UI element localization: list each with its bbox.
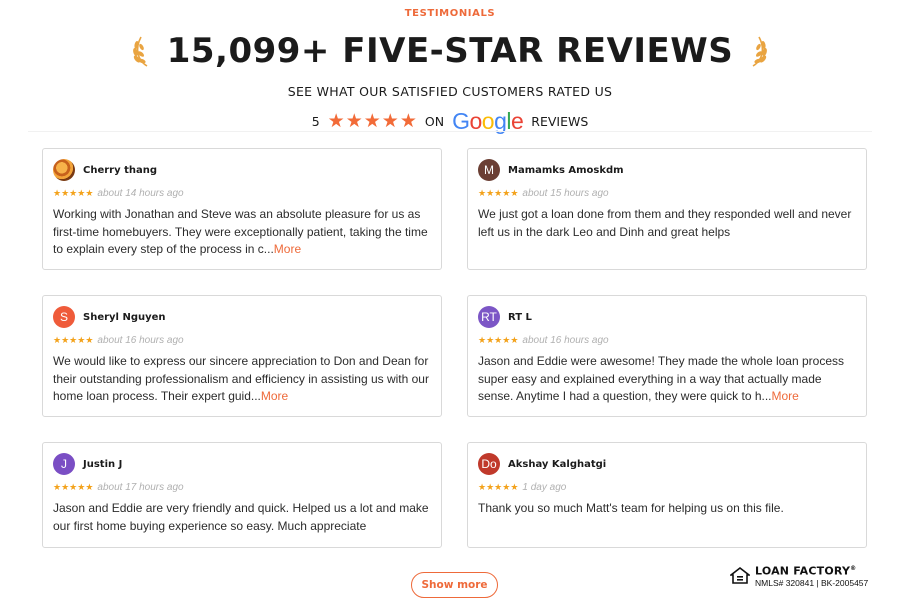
more-link[interactable]: More — [261, 389, 288, 403]
laurel-right-icon — [752, 36, 768, 67]
review-text-body: Thank you so much Matt's team for helpin… — [478, 501, 784, 515]
review-text-body: Working with Jonathan and Steve was an a… — [53, 207, 428, 256]
review-text: Working with Jonathan and Steve was an a… — [53, 206, 431, 259]
review-text: Thank you so much Matt's team for helpin… — [478, 500, 856, 518]
star-icon: ★ — [53, 187, 62, 198]
review-text: Jason and Eddie are very friendly and qu… — [53, 500, 431, 535]
rating-suffix: REVIEWS — [531, 113, 589, 129]
rating-on-label: ON — [424, 113, 445, 129]
more-link[interactable]: More — [274, 242, 301, 256]
star-icon: ★ — [53, 334, 62, 345]
avatar: S — [53, 306, 75, 328]
star-icon: ★ — [345, 109, 363, 132]
star-icon: ★ — [77, 481, 86, 492]
more-link[interactable]: More — [772, 389, 799, 403]
avatar: Do — [478, 453, 500, 475]
reviewer-name: Cherry thang — [83, 164, 158, 176]
star-icon: ★ — [53, 481, 62, 492]
show-more-button[interactable]: Show more — [411, 572, 498, 598]
star-icon: ★ — [502, 481, 511, 492]
star-icon: ★ — [85, 481, 94, 492]
review-text-body: We just got a loan done from them and th… — [478, 207, 852, 239]
star-icon: ★ — [486, 481, 495, 492]
review-card: Cherry thang ★ ★ ★ ★ ★ about 14 hours ago Wo… — [42, 148, 442, 270]
review-card: RT RT L ★ ★ ★ ★ ★ about 16 hours ago Jason a… — [467, 295, 867, 417]
star-icon: ★ — [77, 334, 86, 345]
star-icon: ★ — [486, 187, 495, 198]
star-icon: ★ — [61, 481, 70, 492]
review-card: S Sheryl Nguyen ★ ★ ★ ★ ★ about 16 hours ago… — [42, 295, 442, 417]
license-text: NMLS# 320841 | BK-2005457 — [755, 577, 869, 588]
star-icon: ★ — [69, 481, 78, 492]
star-icon: ★ — [381, 109, 399, 132]
star-icon: ★ — [510, 481, 519, 492]
star-icon: ★ — [510, 334, 519, 345]
star-icon: ★ — [486, 334, 495, 345]
review-stars: ★ ★ ★ ★ ★ — [53, 481, 94, 492]
section-divider — [28, 131, 872, 132]
avatar: RT — [478, 306, 500, 328]
review-text-body: We would like to express our sincere app… — [53, 354, 429, 403]
star-icon: ★ — [61, 334, 70, 345]
review-time: about 16 hours ago — [522, 334, 609, 346]
review-time: about 15 hours ago — [522, 187, 609, 199]
star-icon: ★ — [478, 481, 487, 492]
star-icon: ★ — [85, 334, 94, 345]
star-icon: ★ — [327, 109, 345, 132]
review-text: We just got a loan done from them and th… — [478, 206, 856, 241]
review-time: about 16 hours ago — [97, 334, 184, 346]
review-text-body: Jason and Eddie are very friendly and qu… — [53, 501, 429, 533]
star-icon: ★ — [494, 334, 503, 345]
laurel-left-icon — [132, 36, 148, 67]
star-icon: ★ — [502, 334, 511, 345]
star-icon: ★ — [85, 187, 94, 198]
review-card: Do Akshay Kalghatgi ★ ★ ★ ★ ★ 1 day ago Than… — [467, 442, 867, 548]
star-icon: ★ — [77, 187, 86, 198]
reviewer-name: RT L — [508, 311, 532, 323]
rating-value: 5 — [311, 113, 320, 129]
page-title: 15,099+ FIVE-STAR REVIEWS — [166, 31, 734, 71]
bee-photo-avatar — [53, 159, 75, 181]
star-icon: ★ — [69, 187, 78, 198]
review-text: We would like to express our sincere app… — [53, 353, 431, 406]
reviewer-name: Sheryl Nguyen — [83, 311, 166, 323]
star-icon: ★ — [478, 187, 487, 198]
review-stars: ★ ★ ★ ★ ★ — [478, 334, 519, 345]
review-card: M Mamamks Amoskdm ★ ★ ★ ★ ★ about 15 hours a… — [467, 148, 867, 270]
brand-name: LOAN FACTORY® — [755, 563, 868, 578]
reviewer-name: Justin J — [83, 458, 123, 470]
review-card: J Justin J ★ ★ ★ ★ ★ about 17 hours ago Jaso… — [42, 442, 442, 548]
review-time: about 14 hours ago — [97, 187, 184, 199]
review-stars: ★ ★ ★ ★ ★ — [478, 187, 519, 198]
star-icon: ★ — [399, 109, 417, 132]
avatar: J — [53, 453, 75, 475]
rating-stars: ★ ★ ★ ★ ★ — [327, 109, 417, 132]
review-time: 1 day ago — [522, 481, 567, 493]
review-stars: ★ ★ ★ ★ ★ — [53, 187, 94, 198]
review-time: about 17 hours ago — [97, 481, 184, 493]
page-subtitle: SEE WHAT OUR SATISFIED CUSTOMERS RATED U… — [287, 84, 613, 99]
equal-housing-lender-icon — [730, 566, 750, 584]
reviewer-name: Akshay Kalghatgi — [508, 458, 607, 470]
registered-mark: ® — [850, 565, 857, 573]
testimonials-eyebrow: TESTIMONIALS — [404, 8, 496, 19]
star-icon: ★ — [510, 187, 519, 198]
star-icon: ★ — [494, 481, 503, 492]
star-icon: ★ — [363, 109, 381, 132]
lender-badge: LOAN FACTORY® NMLS# 320841 | BK-2005457 — [730, 563, 868, 589]
google-logo: Google — [452, 107, 524, 134]
review-text: Jason and Eddie were awesome! They made … — [478, 353, 856, 406]
review-stars: ★ ★ ★ ★ ★ — [478, 481, 519, 492]
review-stars: ★ ★ ★ ★ ★ — [53, 334, 94, 345]
brand-name-text: LOAN FACTORY — [755, 564, 851, 578]
reviewer-name: Mamamks Amoskdm — [508, 164, 624, 176]
star-icon: ★ — [69, 334, 78, 345]
star-icon: ★ — [478, 334, 487, 345]
star-icon: ★ — [494, 187, 503, 198]
star-icon: ★ — [502, 187, 511, 198]
headline-row: 15,099+ FIVE-STAR REVIEWS — [0, 28, 900, 74]
avatar: M — [478, 159, 500, 181]
star-icon: ★ — [61, 187, 70, 198]
